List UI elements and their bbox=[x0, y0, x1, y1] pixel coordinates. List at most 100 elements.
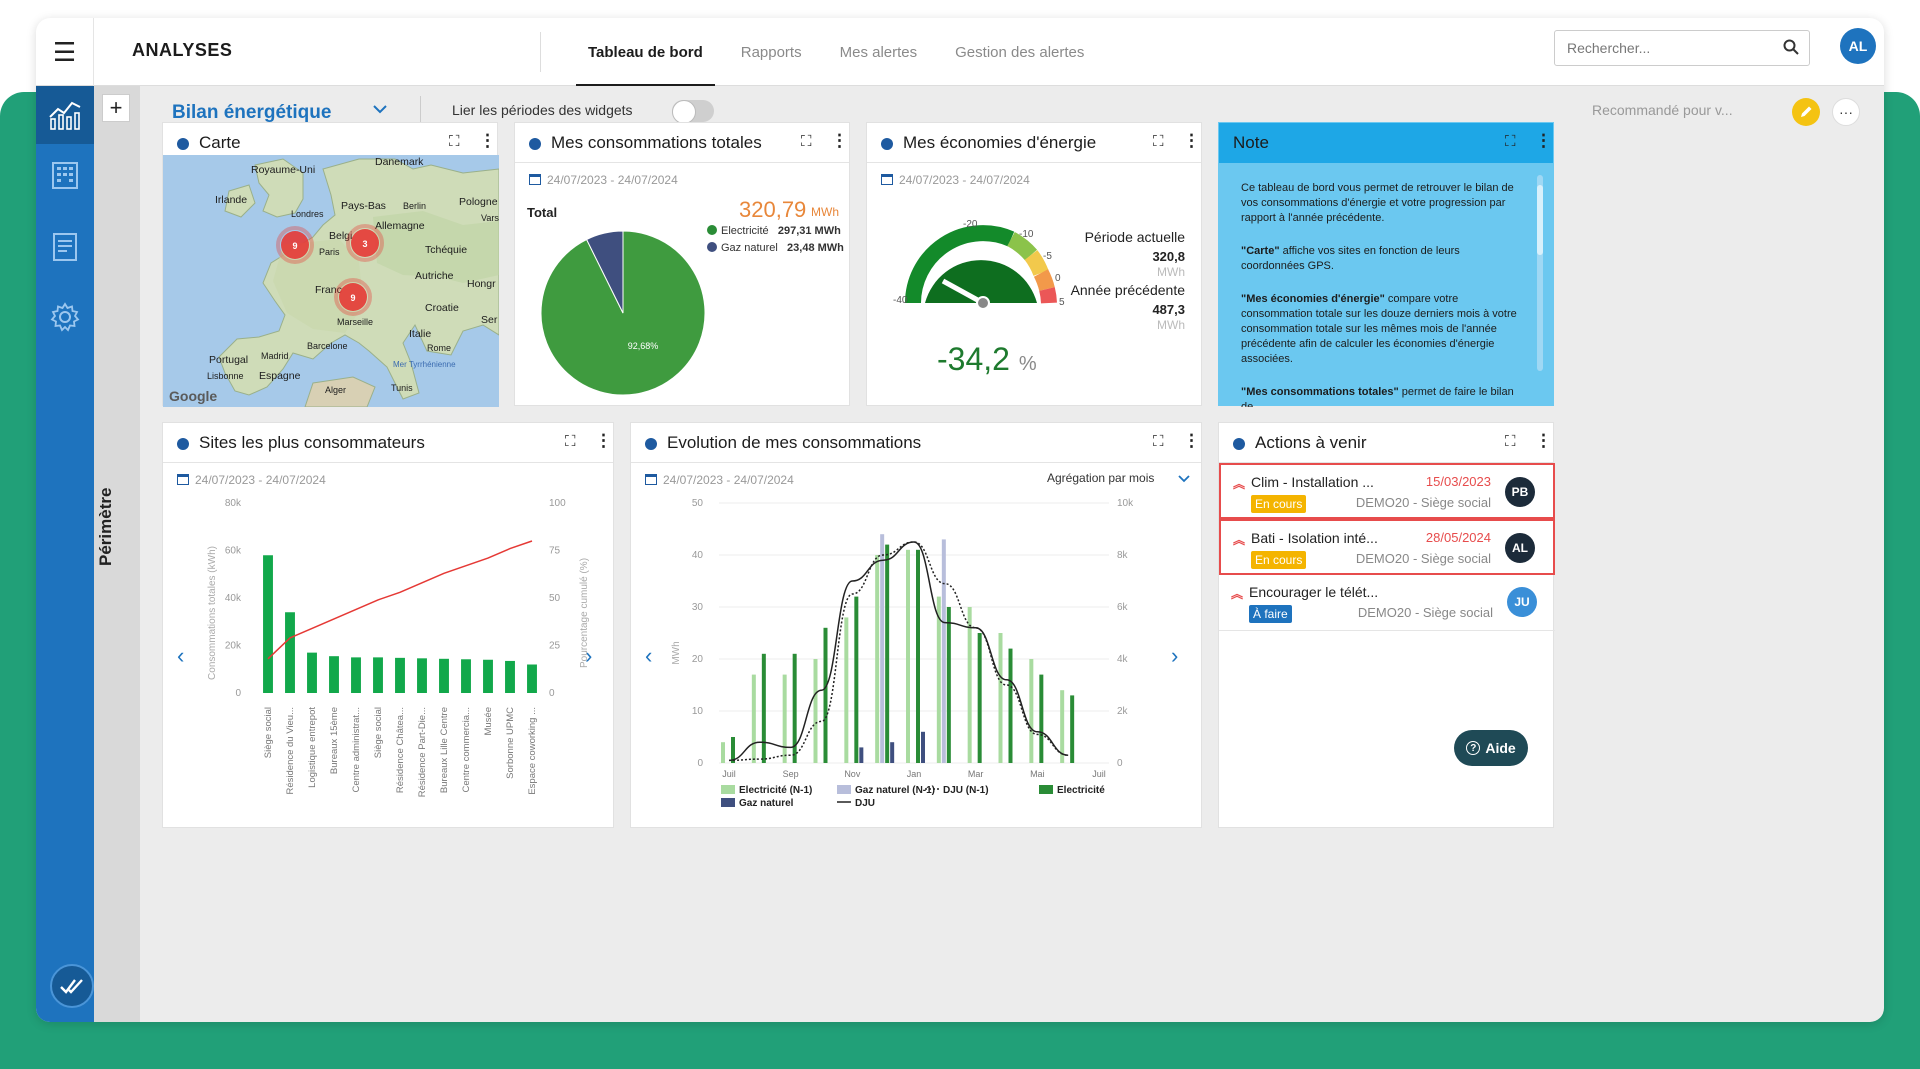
consumption-bar[interactable] bbox=[823, 627, 828, 763]
edit-pencil-icon[interactable] bbox=[1792, 98, 1820, 126]
more-options-icon[interactable]: ··· bbox=[1832, 98, 1860, 126]
avatar[interactable]: AL bbox=[1505, 533, 1535, 563]
site-bar[interactable] bbox=[439, 658, 449, 693]
consumption-bar[interactable] bbox=[885, 544, 890, 763]
site-bar[interactable] bbox=[505, 660, 515, 693]
consumption-bar[interactable] bbox=[946, 607, 951, 763]
consumption-bar[interactable] bbox=[721, 742, 725, 763]
consumption-bar[interactable] bbox=[941, 539, 946, 763]
site-bar[interactable] bbox=[263, 555, 273, 693]
legend-item[interactable]: DJU bbox=[837, 798, 875, 809]
site-bar[interactable] bbox=[417, 658, 427, 693]
document-icon[interactable] bbox=[36, 218, 94, 276]
building-icon[interactable] bbox=[36, 146, 94, 204]
sites-chart[interactable]: 0 20k 40k 60k 80k 0 25 50 75 100 Siège social Rés… bbox=[193, 493, 593, 823]
kebab-menu-icon[interactable]: ⋮ bbox=[595, 431, 612, 451]
kebab-menu-icon[interactable]: ⋮ bbox=[1183, 431, 1200, 451]
settings-icon[interactable] bbox=[36, 288, 94, 346]
analytics-icon[interactable] bbox=[36, 86, 94, 144]
period-label[interactable]: 24/07/2023 - 24/07/2024 bbox=[645, 473, 794, 487]
consumption-bar[interactable] bbox=[906, 549, 910, 763]
consumption-bar[interactable] bbox=[782, 674, 787, 763]
consumption-bar[interactable] bbox=[813, 659, 818, 763]
tab-tableau-de-bord[interactable]: Tableau de bord bbox=[576, 18, 715, 86]
map-cluster-marker[interactable]: 9 bbox=[334, 278, 372, 316]
site-bar[interactable] bbox=[483, 659, 493, 693]
site-bar[interactable] bbox=[461, 659, 471, 693]
previous-page-arrow[interactable]: ‹ bbox=[177, 643, 184, 669]
kebab-menu-icon[interactable]: ⋮ bbox=[1183, 131, 1200, 151]
legend-item[interactable]: Electricité bbox=[1039, 785, 1105, 796]
legend-item[interactable]: Electricité (N-1) bbox=[721, 785, 812, 796]
map-canvas[interactable]: Danemark Royaume-Uni Irlande Pays-Bas Be… bbox=[163, 155, 499, 407]
search-input[interactable] bbox=[1555, 31, 1809, 65]
legend-item[interactable]: Gaz naturel (N-1) bbox=[837, 785, 935, 796]
consumption-bar[interactable] bbox=[761, 653, 766, 763]
expand-icon[interactable]: ⛶ bbox=[801, 133, 812, 150]
user-avatar[interactable]: AL bbox=[1840, 28, 1876, 64]
consumption-bar[interactable] bbox=[1029, 659, 1034, 763]
legend-item[interactable]: Gaz naturel bbox=[721, 798, 794, 809]
map-cluster-marker[interactable]: 3 bbox=[346, 224, 384, 262]
tab-rapports[interactable]: Rapports bbox=[741, 18, 802, 86]
action-item[interactable]: ︽ Clim - Installation ... 15/03/2023 En … bbox=[1219, 463, 1555, 519]
period-label[interactable]: 24/07/2023 - 24/07/2024 bbox=[177, 473, 326, 487]
site-bar[interactable] bbox=[285, 612, 295, 693]
hamburger-menu-icon[interactable]: ☰ bbox=[36, 18, 94, 86]
map-cluster-marker[interactable]: 9 bbox=[276, 226, 314, 264]
kebab-menu-icon[interactable]: ⋮ bbox=[831, 131, 848, 151]
help-button[interactable]: ? Aide bbox=[1454, 730, 1528, 766]
expand-icon[interactable]: ⛶ bbox=[449, 133, 460, 150]
expand-icon[interactable]: ⛶ bbox=[1505, 433, 1516, 450]
evolution-chart[interactable]: 0 10 20 30 40 50 0 2k 4k 6k 8k 10k Juil Sep Nov Jan Ma… bbox=[657, 493, 1177, 823]
chevron-down-icon[interactable] bbox=[372, 102, 388, 120]
consumption-bar[interactable] bbox=[1070, 695, 1075, 763]
add-widget-button[interactable]: + bbox=[102, 94, 130, 122]
action-item[interactable]: ︽ Encourager le télét... À faire DEMO20 … bbox=[1219, 575, 1555, 631]
consumption-bar[interactable] bbox=[936, 596, 941, 763]
avatar[interactable]: PB bbox=[1505, 477, 1535, 507]
site-bar[interactable] bbox=[395, 657, 405, 693]
consumption-bar[interactable] bbox=[967, 607, 972, 763]
consumption-bar[interactable] bbox=[998, 633, 1003, 763]
note-scrollbar[interactable] bbox=[1537, 175, 1543, 371]
site-bar[interactable] bbox=[527, 664, 537, 694]
kebab-menu-icon[interactable]: ⋮ bbox=[1535, 431, 1552, 451]
tab-mes-alertes[interactable]: Mes alertes bbox=[840, 18, 918, 86]
pie-chart[interactable]: 92,68% bbox=[533, 223, 713, 403]
consumption-bar[interactable] bbox=[875, 555, 880, 763]
period-label[interactable]: 24/07/2023 - 24/07/2024 bbox=[529, 173, 678, 187]
site-bar[interactable] bbox=[373, 657, 383, 693]
savings-gauge[interactable]: -40 -20 -10 -5 0 5 bbox=[883, 209, 1093, 319]
perimetre-panel[interactable]: + Périmètre bbox=[94, 86, 140, 1022]
link-periods-toggle[interactable] bbox=[672, 100, 714, 124]
kebab-menu-icon[interactable]: ⋮ bbox=[1535, 131, 1552, 151]
expand-icon[interactable]: ⛶ bbox=[1505, 133, 1516, 150]
tab-gestion-des-alertes[interactable]: Gestion des alertes bbox=[955, 18, 1084, 86]
site-bar[interactable] bbox=[329, 656, 339, 693]
consumption-bar[interactable] bbox=[890, 742, 895, 763]
expand-icon[interactable]: ⛶ bbox=[1153, 433, 1164, 450]
chevron-down-icon[interactable] bbox=[1177, 471, 1191, 489]
consumption-bar[interactable] bbox=[977, 633, 982, 763]
consumption-bar[interactable] bbox=[916, 549, 920, 763]
search-icon[interactable] bbox=[1783, 39, 1799, 60]
expand-icon[interactable]: ⛶ bbox=[1153, 133, 1164, 150]
previous-page-arrow[interactable]: ‹ bbox=[645, 643, 652, 669]
consumption-bar[interactable] bbox=[1039, 674, 1044, 763]
consumption-bar[interactable] bbox=[921, 731, 925, 763]
recommended-label[interactable]: Recommandé pour v... bbox=[1592, 102, 1733, 118]
action-item[interactable]: ︽ Bati - Isolation inté... 28/05/2024 En… bbox=[1219, 519, 1555, 575]
consumption-bar[interactable] bbox=[844, 617, 849, 763]
dashboard-title[interactable]: Bilan énergétique bbox=[172, 102, 331, 124]
consumption-bar[interactable] bbox=[859, 747, 864, 763]
consumption-bar[interactable] bbox=[1008, 648, 1013, 763]
consumption-bar[interactable] bbox=[751, 674, 756, 763]
kebab-menu-icon[interactable]: ⋮ bbox=[479, 131, 496, 151]
site-bar[interactable] bbox=[307, 652, 317, 693]
site-bar[interactable] bbox=[351, 657, 361, 693]
aggregation-select[interactable]: Agrégation par mois bbox=[1047, 471, 1154, 485]
check-all-icon[interactable] bbox=[50, 964, 94, 1008]
note-content[interactable]: Ce tableau de bord vous permet de retrou… bbox=[1219, 163, 1555, 407]
avatar[interactable]: JU bbox=[1507, 587, 1537, 617]
